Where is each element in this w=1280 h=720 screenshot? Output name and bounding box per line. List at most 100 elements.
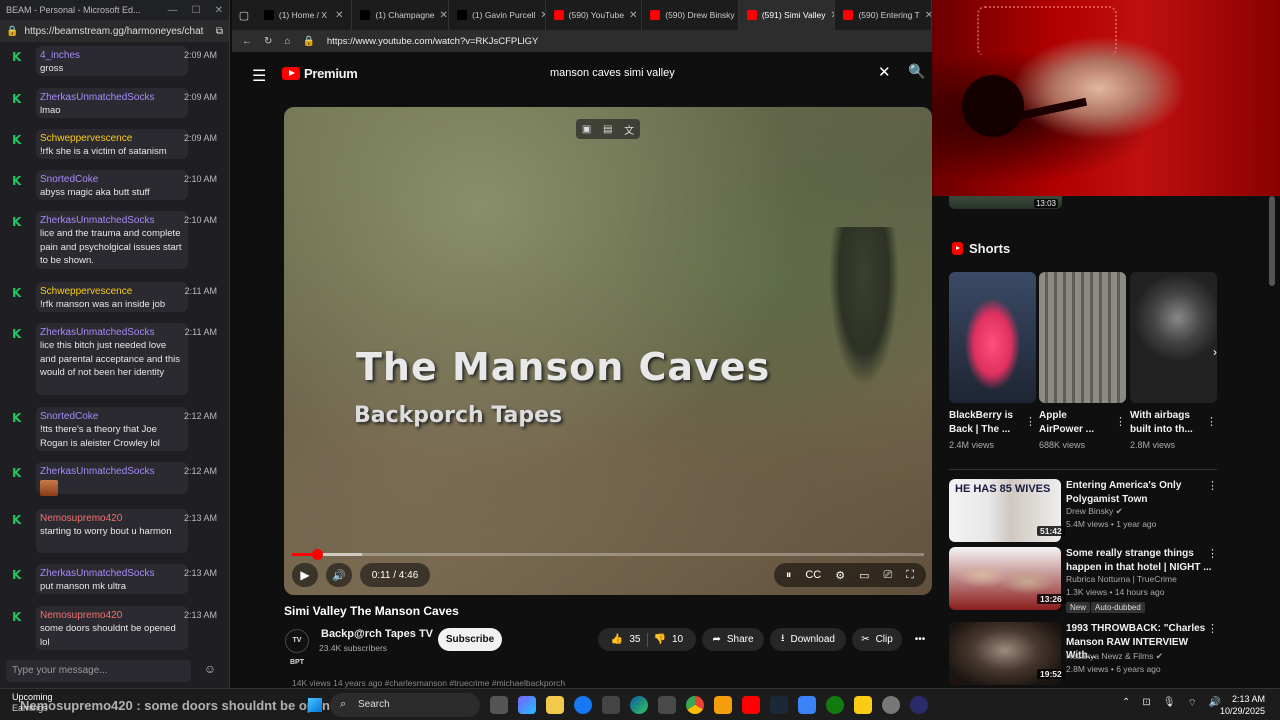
- task-view-icon[interactable]: [490, 696, 508, 714]
- channel-avatar[interactable]: TV BPT: [285, 629, 309, 666]
- chrome-icon[interactable]: [686, 696, 704, 714]
- close-tab-icon[interactable]: ✕: [925, 10, 931, 21]
- translate-icon[interactable]: 文: [624, 122, 634, 137]
- fullscreen-icon[interactable]: ⛶: [906, 569, 914, 582]
- clock[interactable]: 2:13 AM 10/29/2025: [1220, 693, 1265, 717]
- browser-tab[interactable]: (591) Simi Valley✕: [738, 0, 836, 30]
- video-player[interactable]: ▣ ▤ 文 The Manson Caves Backporch Tapes ▶…: [284, 107, 932, 595]
- reload-icon[interactable]: ↻: [264, 36, 272, 47]
- amazon-icon[interactable]: [602, 696, 620, 714]
- network-icon[interactable]: ⊡: [1142, 697, 1150, 710]
- obs-icon[interactable]: [910, 696, 928, 714]
- cast-icon[interactable]: ⎚: [883, 569, 892, 582]
- calculator-icon[interactable]: [658, 696, 676, 714]
- transcript-icon[interactable]: ▤: [603, 124, 612, 135]
- miniplayer-icon[interactable]: ▭: [859, 569, 869, 582]
- share-button[interactable]: ➦ Share: [702, 628, 764, 651]
- short-thumbnail[interactable]: [949, 272, 1036, 403]
- more-options-icon[interactable]: ⋮: [1207, 622, 1218, 635]
- more-options-icon[interactable]: ⋮: [1025, 415, 1036, 428]
- play-button[interactable]: ▶: [292, 563, 318, 587]
- description-peek[interactable]: 14K views 14 years ago #charlesmanson #t…: [292, 678, 565, 688]
- xbox-icon[interactable]: [826, 696, 844, 714]
- recommended-video[interactable]: 19:52 1993 THROWBACK: "Charles Manson RA…: [949, 622, 1249, 686]
- back-icon[interactable]: ←: [242, 36, 252, 47]
- more-options-icon[interactable]: ⋮: [1115, 415, 1126, 428]
- search-icon[interactable]: 🔍: [908, 63, 925, 80]
- short-card[interactable]: Apple AirPower ... 688K views ⋮: [1039, 272, 1126, 450]
- screenshot-icon[interactable]: ▣: [582, 124, 591, 135]
- clear-search-icon[interactable]: ✕: [878, 63, 891, 81]
- chat-message-input[interactable]: Type your message...: [6, 660, 191, 682]
- video-title[interactable]: Some really strange things happen in tha…: [1066, 547, 1216, 574]
- chat-username[interactable]: ZherkasUnmatchedSocks: [40, 465, 184, 478]
- recommended-video[interactable]: 13:26 Some really strange things happen …: [949, 547, 1249, 613]
- sidebar-scrollbar[interactable]: [1269, 196, 1275, 286]
- captions-icon[interactable]: CC: [805, 569, 821, 581]
- short-card[interactable]: With airbags built into th... 2.8M views…: [1130, 272, 1217, 450]
- chat-username[interactable]: ZherkasUnmatchedSocks: [40, 214, 184, 227]
- more-options-icon[interactable]: ⋮: [1207, 547, 1218, 560]
- close-tab-icon[interactable]: ✕: [629, 10, 637, 21]
- more-actions-icon[interactable]: •••: [908, 628, 932, 651]
- short-thumbnail[interactable]: [1130, 272, 1217, 403]
- tab-actions-icon[interactable]: ▢: [232, 9, 256, 22]
- minimize-icon[interactable]: —: [168, 5, 178, 16]
- previous-video-thumbnail[interactable]: 13:03: [949, 196, 1062, 209]
- settings-gear-icon[interactable]: [882, 696, 900, 714]
- volume-icon[interactable]: 🔊: [326, 563, 352, 587]
- chat-username[interactable]: ZherkasUnmatchedSocks: [40, 567, 184, 580]
- taskbar-search[interactable]: ⌕ Search: [330, 693, 480, 717]
- chat-username[interactable]: Schweppervescence: [40, 132, 184, 145]
- dislike-count[interactable]: 10: [672, 634, 683, 645]
- chat-username[interactable]: SnortedCoke: [40, 173, 184, 186]
- browser-tab[interactable]: (1) Home / X ✕: [256, 0, 353, 30]
- player-extension-tools[interactable]: ▣ ▤ 文: [576, 119, 640, 139]
- mic-icon[interactable]: 🎙: [1163, 697, 1176, 710]
- short-thumbnail[interactable]: [1039, 272, 1126, 403]
- chevron-up-icon[interactable]: ⌃: [1122, 697, 1130, 710]
- recommended-video[interactable]: HE HAS 85 WIVES 51:42 Entering America's…: [949, 479, 1249, 543]
- dislike-icon[interactable]: 👎: [654, 634, 666, 645]
- like-icon[interactable]: 👍: [611, 634, 623, 645]
- short-title[interactable]: BlackBerry is Back | The ...: [949, 409, 1021, 437]
- browser-tab[interactable]: (1) Champagne ✕: [352, 0, 450, 30]
- channel-name[interactable]: Hezakya Newz & Films ✔: [1066, 651, 1163, 662]
- chat-username[interactable]: ZherkasUnmatchedSocks: [40, 326, 184, 339]
- short-card[interactable]: BlackBerry is Back | The ... 2.4M views …: [949, 272, 1036, 450]
- close-icon[interactable]: ✕: [215, 5, 223, 16]
- short-title[interactable]: With airbags built into th...: [1130, 409, 1202, 437]
- wifi-icon[interactable]: ⌔: [1187, 697, 1196, 710]
- chat-url[interactable]: https://beamstream.gg/harmoneyes/chat: [24, 26, 209, 37]
- youtube-app-icon[interactable]: [742, 696, 760, 714]
- url-field[interactable]: https://www.youtube.com/watch?v=RKJsCFPL…: [327, 36, 538, 47]
- close-tab-icon[interactable]: ✕: [335, 10, 343, 21]
- subscribe-button[interactable]: Subscribe: [438, 628, 502, 651]
- channel-name[interactable]: Drew Binsky ✔: [1066, 506, 1123, 517]
- more-options-icon[interactable]: ⋮: [1206, 415, 1217, 428]
- app-icon[interactable]: [798, 696, 816, 714]
- file-explorer-icon[interactable]: [546, 696, 564, 714]
- chat-username[interactable]: Schweppervescence: [40, 285, 184, 298]
- browser-tab[interactable]: (590) YouTube ✕: [546, 0, 643, 30]
- settings-gear-icon[interactable]: ⚙: [835, 569, 845, 582]
- channel-name[interactable]: Backp@rch Tapes TV: [321, 628, 433, 640]
- facebook-icon[interactable]: [574, 696, 592, 714]
- hamburger-menu-icon[interactable]: ☰: [252, 66, 266, 86]
- edge-icon[interactable]: [630, 696, 648, 714]
- chevron-right-icon[interactable]: ›: [1206, 343, 1224, 361]
- browser-tab[interactable]: (590) Entering T ✕: [835, 0, 933, 30]
- youtube-premium-logo[interactable]: Premium: [282, 66, 358, 81]
- emote-picker-icon[interactable]: ☺: [200, 662, 220, 680]
- chat-username[interactable]: ZherkasUnmatchedSocks: [40, 91, 184, 104]
- video-title[interactable]: Entering America's Only Polygamist Town: [1066, 479, 1216, 506]
- clip-button[interactable]: ✂ Clip: [852, 628, 902, 651]
- autoplay-toggle[interactable]: ⏸: [786, 569, 792, 582]
- home-icon[interactable]: ⌂: [284, 36, 290, 47]
- download-button[interactable]: ⭳ Download: [770, 628, 846, 651]
- like-count[interactable]: 35: [629, 634, 640, 645]
- more-options-icon[interactable]: ⋮: [1207, 479, 1218, 492]
- short-title[interactable]: Apple AirPower ...: [1039, 409, 1111, 437]
- search-input[interactable]: manson caves simi valley: [536, 60, 906, 88]
- vlc-icon[interactable]: [714, 696, 732, 714]
